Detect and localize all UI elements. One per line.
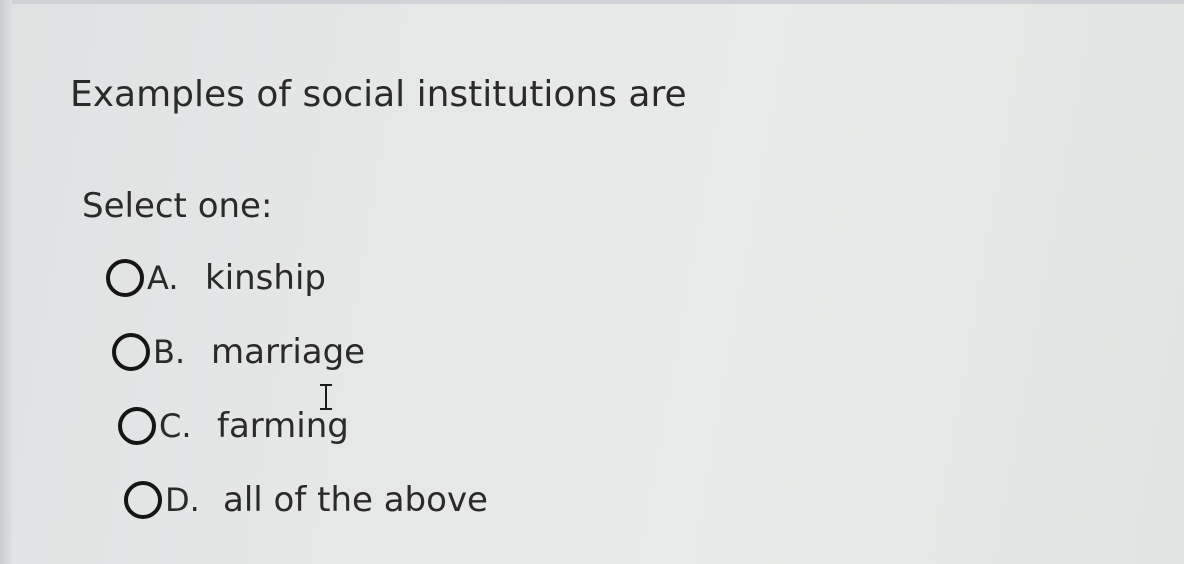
option-d[interactable]: D. all of the above xyxy=(124,476,488,524)
option-label: kinship xyxy=(205,258,326,298)
option-letter: B. xyxy=(153,333,186,371)
select-one-prompt: Select one: xyxy=(82,186,273,226)
radio-button-icon[interactable] xyxy=(106,259,144,297)
option-label: farming xyxy=(217,406,349,446)
option-c[interactable]: C. farming xyxy=(118,402,349,450)
option-label: all of the above xyxy=(223,480,488,520)
option-a[interactable]: A. kinship xyxy=(106,254,326,302)
text-cursor-icon xyxy=(320,384,332,410)
radio-button-icon[interactable] xyxy=(118,407,156,445)
question-text: Examples of social institutions are xyxy=(70,74,687,115)
radio-button-icon[interactable] xyxy=(112,333,150,371)
screen-left-edge xyxy=(0,0,12,564)
option-letter: D. xyxy=(165,481,200,519)
option-label: marriage xyxy=(211,332,366,372)
option-b[interactable]: B. marriage xyxy=(112,328,365,376)
option-letter: A. xyxy=(147,259,179,297)
radio-button-icon[interactable] xyxy=(124,481,162,519)
option-letter: C. xyxy=(159,407,192,445)
question-card: Examples of social institutions are Sele… xyxy=(12,4,1184,564)
